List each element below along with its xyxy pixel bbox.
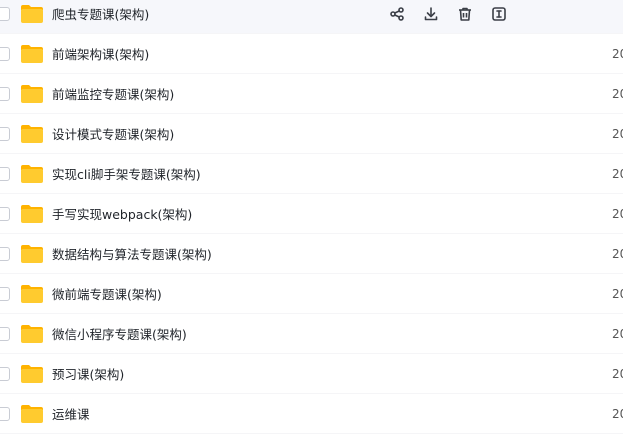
folder-icon (21, 284, 43, 303)
list-item[interactable]: 前端监控专题课(架构) 20 (0, 74, 623, 114)
file-name[interactable]: 实现cli脚手架专题课(架构) (52, 164, 201, 183)
row-checkbox[interactable] (0, 246, 10, 261)
file-name[interactable]: 微前端专题课(架构) (52, 284, 162, 303)
modified-date: 20 (612, 86, 623, 101)
list-item[interactable]: 预习课(架构) 20 (0, 354, 623, 394)
row-checkbox[interactable] (0, 366, 10, 381)
row-actions (380, 2, 516, 26)
modified-date: 20 (612, 206, 623, 221)
folder-icon (21, 4, 43, 23)
list-item[interactable]: 实现cli脚手架专题课(架构) 20 (0, 154, 623, 194)
row-checkbox[interactable] (0, 406, 10, 421)
rename-icon[interactable] (482, 2, 516, 26)
row-checkbox[interactable] (0, 86, 10, 101)
file-name[interactable]: 微信小程序专题课(架构) (52, 324, 187, 343)
file-name[interactable]: 手写实现webpack(架构) (52, 204, 192, 223)
file-name[interactable]: 爬虫专题课(架构) (52, 4, 149, 23)
list-item[interactable]: 微信小程序专题课(架构) 20 (0, 314, 623, 354)
row-checkbox[interactable] (0, 166, 10, 181)
list-item[interactable]: 微前端专题课(架构) 20 (0, 274, 623, 314)
modified-date: 20 (612, 126, 623, 141)
row-checkbox[interactable] (0, 6, 10, 21)
modified-date: 20 (612, 166, 623, 181)
folder-icon (21, 164, 43, 183)
modified-date: 20 (612, 246, 623, 261)
modified-date: 20 (612, 406, 623, 421)
folder-icon (21, 84, 43, 103)
list-item[interactable]: 数据结构与算法专题课(架构) 20 (0, 234, 623, 274)
folder-icon (21, 204, 43, 223)
file-name[interactable]: 运维课 (52, 404, 90, 423)
folder-icon (21, 364, 43, 383)
file-name[interactable]: 前端监控专题课(架构) (52, 84, 174, 103)
folder-icon (21, 404, 43, 423)
file-name[interactable]: 设计模式专题课(架构) (52, 124, 174, 143)
modified-date: 20 (612, 366, 623, 381)
row-checkbox[interactable] (0, 326, 10, 341)
row-checkbox[interactable] (0, 126, 10, 141)
modified-date: 20 (612, 286, 623, 301)
modified-date: 20 (612, 46, 623, 61)
row-checkbox[interactable] (0, 286, 10, 301)
file-list: 爬虫专题课(架构) 前端架构课(架构) 2 前端监控专题课(架构) 2 设计模式… (0, 0, 623, 436)
modified-date: 20 (612, 326, 623, 341)
folder-icon (21, 44, 43, 63)
row-checkbox[interactable] (0, 206, 10, 221)
delete-icon[interactable] (448, 2, 482, 26)
list-item[interactable]: 运维课 20 (0, 394, 623, 434)
file-name[interactable]: 预习课(架构) (52, 364, 124, 383)
folder-icon (21, 244, 43, 263)
list-item[interactable]: 设计模式专题课(架构) 20 (0, 114, 623, 154)
folder-icon (21, 324, 43, 343)
share-icon[interactable] (380, 2, 414, 26)
list-item[interactable]: 爬虫专题课(架构) (0, 0, 623, 34)
file-name[interactable]: 前端架构课(架构) (52, 44, 149, 63)
list-item[interactable]: 手写实现webpack(架构) 20 (0, 194, 623, 234)
row-checkbox[interactable] (0, 46, 10, 61)
download-icon[interactable] (414, 2, 448, 26)
list-item[interactable]: 前端架构课(架构) 20 (0, 34, 623, 74)
file-name[interactable]: 数据结构与算法专题课(架构) (52, 244, 212, 263)
folder-icon (21, 124, 43, 143)
